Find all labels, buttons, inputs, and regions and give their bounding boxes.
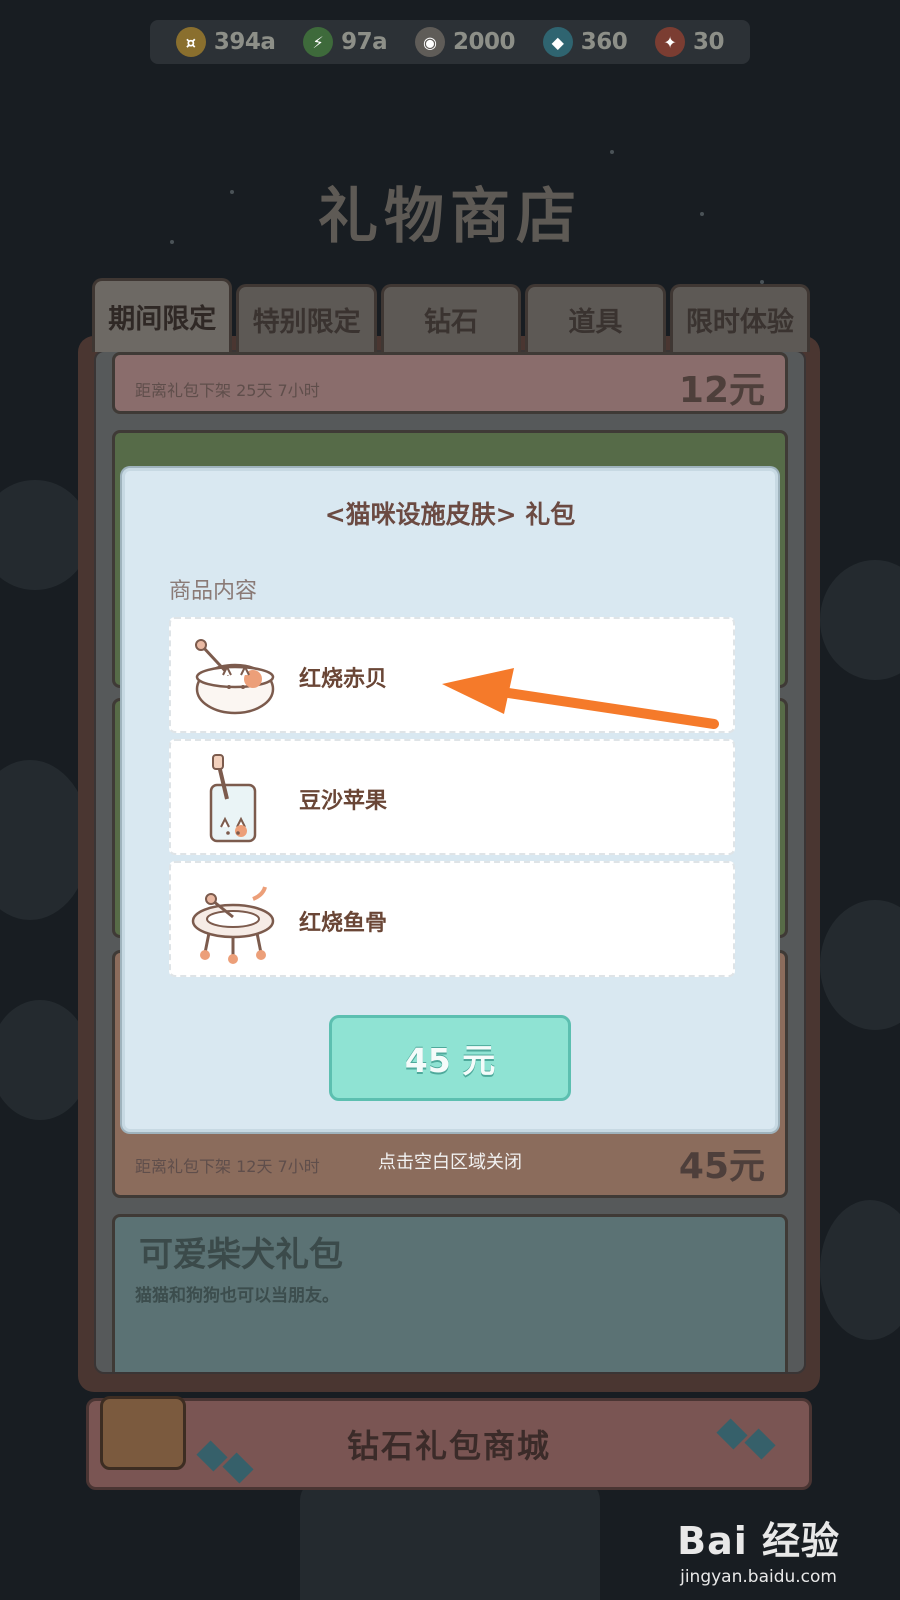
tab-items[interactable]: 道具 xyxy=(525,284,666,352)
item-name: 红烧赤贝 xyxy=(299,667,388,692)
annotation-arrow-icon xyxy=(442,668,719,729)
cans-currency[interactable]: ◉ 2000 xyxy=(414,27,516,57)
background-doodle xyxy=(300,1480,600,1600)
card-subtitle: 猫猫和狗狗也可以当朋友。 xyxy=(135,1286,339,1306)
ticket-amount: 30 xyxy=(693,29,725,55)
background-doodle xyxy=(0,760,90,920)
shiba-gift-pack-card[interactable]: 可爱柴犬礼包 猫猫和狗狗也可以当朋友。 xyxy=(112,1214,788,1372)
gift-pack-dialog: <猫咪设施皮肤> 礼包 商品内容 红烧赤贝 豆沙苹果 红烧鱼骨 45 元 xyxy=(122,468,778,1132)
diamond-icon: ◆ xyxy=(542,27,573,57)
energy-amount: 97a xyxy=(341,29,388,55)
card-price: 12元 xyxy=(678,370,765,411)
lightning-icon: ⚡ xyxy=(303,27,334,57)
tab-limited-period[interactable]: 期间限定 xyxy=(92,278,233,352)
list-item[interactable]: 豆沙苹果 xyxy=(169,739,735,855)
background-star xyxy=(610,150,614,154)
currency-bar: ¤ 394a ⚡ 97a ◉ 2000 ◆ 360 ✦ 30 xyxy=(150,20,750,64)
ticket-icon: ✦ xyxy=(655,27,686,57)
tab-special-limited[interactable]: 特别限定 xyxy=(236,284,377,352)
diamond-shop-button[interactable]: 钻石礼包商城 xyxy=(86,1398,812,1490)
item-name: 红烧鱼骨 xyxy=(299,911,388,936)
card-countdown: 距离礼包下架 25天 7小时 xyxy=(135,381,320,400)
watermark: Bai 经验 jingyan.baidu.com xyxy=(677,1510,840,1587)
gift-pack-card[interactable]: 距离礼包下架 25天 7小时 12元 xyxy=(112,352,788,414)
background-doodle xyxy=(820,900,900,1030)
diamond-currency[interactable]: ◆ 360 xyxy=(542,27,628,57)
watermark-logo: Bai 经验 xyxy=(677,1519,840,1563)
gold-currency[interactable]: ¤ 394a xyxy=(175,27,276,57)
list-item[interactable]: 红烧鱼骨 xyxy=(169,861,735,977)
background-doodle xyxy=(820,560,900,680)
background-doodle xyxy=(820,1200,900,1340)
tab-diamonds[interactable]: 钻石 xyxy=(380,284,522,352)
gold-coin-icon: ¤ xyxy=(175,27,206,57)
cat-cup-icon xyxy=(209,754,257,843)
tab-limited-trial[interactable]: 限时体验 xyxy=(669,284,811,352)
gold-amount: 394a xyxy=(213,29,276,55)
item-name: 豆沙苹果 xyxy=(299,789,388,814)
treasure-chest-icon xyxy=(100,1396,186,1470)
cat-bowl-icon xyxy=(195,639,275,715)
contents-label: 商品内容 xyxy=(169,579,258,604)
card-title: 可爱柴犬礼包 xyxy=(139,1235,343,1275)
background-doodle xyxy=(0,480,90,590)
shop-tabs: 期间限定 特别限定 钻石 道具 限时体验 xyxy=(92,278,811,352)
close-hint[interactable]: 点击空白区域关闭 xyxy=(0,1148,900,1174)
watermark-url: jingyan.baidu.com xyxy=(680,1567,837,1587)
dialog-title: <猫咪设施皮肤> 礼包 xyxy=(324,500,576,529)
ticket-currency[interactable]: ✦ 30 xyxy=(655,27,725,57)
cat-bed-icon xyxy=(191,886,275,964)
page-title: 礼物商店 xyxy=(318,182,582,252)
can-icon: ◉ xyxy=(414,27,445,57)
energy-currency[interactable]: ⚡ 97a xyxy=(303,27,388,57)
background-doodle xyxy=(0,1000,90,1120)
buy-button[interactable]: 45 元 xyxy=(329,1015,571,1101)
diamond-amount: 360 xyxy=(580,29,628,55)
cans-amount: 2000 xyxy=(452,29,516,55)
